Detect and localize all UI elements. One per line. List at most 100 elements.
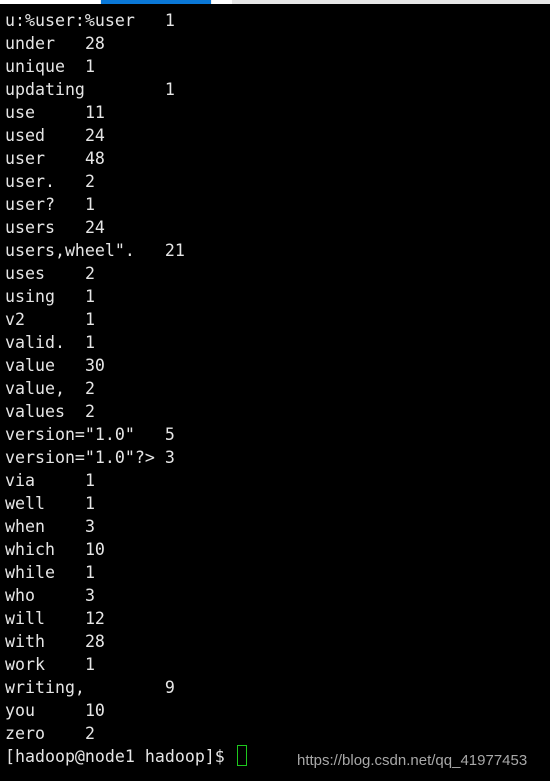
word: under bbox=[5, 34, 55, 53]
output-line: will 12 bbox=[5, 607, 247, 630]
word: version="1.0" bbox=[5, 425, 135, 444]
output-line: writing, 9 bbox=[5, 676, 247, 699]
word: you bbox=[5, 701, 35, 720]
word-count: 3 bbox=[164, 448, 175, 467]
word: unique bbox=[5, 57, 65, 76]
word-count: 48 bbox=[84, 149, 105, 168]
output-line: user? 1 bbox=[5, 193, 247, 216]
output-line: work 1 bbox=[5, 653, 247, 676]
word-count: 2 bbox=[84, 724, 95, 743]
word: use bbox=[5, 103, 35, 122]
tab-inactive[interactable] bbox=[0, 0, 100, 4]
word: value bbox=[5, 356, 55, 375]
output-line: which 10 bbox=[5, 538, 247, 561]
word-count: 2 bbox=[84, 379, 95, 398]
word-count: 10 bbox=[84, 701, 105, 720]
word-count: 3 bbox=[84, 586, 95, 605]
output-line: with 28 bbox=[5, 630, 247, 653]
word-count: 1 bbox=[164, 11, 175, 30]
word: values bbox=[5, 402, 65, 421]
word: valid. bbox=[5, 333, 65, 352]
output-line: v2 1 bbox=[5, 308, 247, 331]
tab-inactive[interactable] bbox=[212, 0, 232, 4]
word: user? bbox=[5, 195, 55, 214]
word-count: 1 bbox=[84, 563, 95, 582]
word: users bbox=[5, 218, 55, 237]
cursor-icon bbox=[236, 745, 247, 766]
output-line: well 1 bbox=[5, 492, 247, 515]
word-count: 12 bbox=[84, 609, 105, 628]
word-count: 5 bbox=[164, 425, 175, 444]
output-line: via 1 bbox=[5, 469, 247, 492]
output-line: use 11 bbox=[5, 101, 247, 124]
word: u:%user:%user bbox=[5, 11, 135, 30]
word-count: 24 bbox=[84, 126, 105, 145]
shell-prompt: [hadoop@node1 hadoop]$ bbox=[5, 747, 235, 766]
word-count: 1 bbox=[84, 655, 95, 674]
word-count: 1 bbox=[164, 80, 175, 99]
word-count: 21 bbox=[164, 241, 185, 260]
output-line: users,wheel". 21 bbox=[5, 239, 247, 262]
output-line: you 10 bbox=[5, 699, 247, 722]
output-line: while 1 bbox=[5, 561, 247, 584]
word-count: 2 bbox=[84, 264, 95, 283]
output-line: using 1 bbox=[5, 285, 247, 308]
word: via bbox=[5, 471, 35, 490]
terminal-output[interactable]: u:%user:%user 1 under 28 unique 1 updating … bbox=[5, 9, 247, 768]
word: value, bbox=[5, 379, 65, 398]
word-count: 10 bbox=[84, 540, 105, 559]
output-line: values 2 bbox=[5, 400, 247, 423]
word: while bbox=[5, 563, 55, 582]
word: using bbox=[5, 287, 55, 306]
word-count: 28 bbox=[84, 632, 105, 651]
output-line: user 48 bbox=[5, 147, 247, 170]
output-line: under 28 bbox=[5, 32, 247, 55]
word-count: 30 bbox=[84, 356, 105, 375]
output-line: uses 2 bbox=[5, 262, 247, 285]
word: v2 bbox=[5, 310, 25, 329]
output-line: u:%user:%user 1 bbox=[5, 9, 247, 32]
word: user. bbox=[5, 172, 55, 191]
word-count: 1 bbox=[84, 471, 95, 490]
output-line: version="1.0" 5 bbox=[5, 423, 247, 446]
word: which bbox=[5, 540, 55, 559]
word-count: 2 bbox=[84, 172, 95, 191]
word-count: 9 bbox=[164, 678, 175, 697]
output-line: who 3 bbox=[5, 584, 247, 607]
output-line: used 24 bbox=[5, 124, 247, 147]
word-count: 1 bbox=[84, 195, 95, 214]
word-count: 1 bbox=[84, 310, 95, 329]
word-count: 11 bbox=[84, 103, 105, 122]
word: who bbox=[5, 586, 35, 605]
word: writing, bbox=[5, 678, 85, 697]
word-count: 1 bbox=[84, 287, 95, 306]
output-line: valid. 1 bbox=[5, 331, 247, 354]
output-line: users 24 bbox=[5, 216, 247, 239]
shell-prompt-line[interactable]: [hadoop@node1 hadoop]$ bbox=[5, 745, 247, 768]
output-line: unique 1 bbox=[5, 55, 247, 78]
output-line: when 3 bbox=[5, 515, 247, 538]
word-count: 1 bbox=[84, 57, 95, 76]
word: used bbox=[5, 126, 45, 145]
word: well bbox=[5, 494, 45, 513]
output-line: updating 1 bbox=[5, 78, 247, 101]
word: will bbox=[5, 609, 45, 628]
word-count: 1 bbox=[84, 333, 95, 352]
word: zero bbox=[5, 724, 45, 743]
output-line: value, 2 bbox=[5, 377, 247, 400]
tab-strip-background bbox=[232, 0, 550, 4]
word: version="1.0"?> bbox=[5, 448, 155, 467]
word-count: 24 bbox=[84, 218, 105, 237]
output-line: user. 2 bbox=[5, 170, 247, 193]
output-line: value 30 bbox=[5, 354, 247, 377]
word: work bbox=[5, 655, 45, 674]
word-count: 1 bbox=[84, 494, 95, 513]
output-line: zero 2 bbox=[5, 722, 247, 745]
word-count: 3 bbox=[84, 517, 95, 536]
window-tab-strip bbox=[0, 0, 550, 4]
word: user bbox=[5, 149, 45, 168]
tab-active[interactable] bbox=[101, 0, 211, 4]
word: updating bbox=[5, 80, 85, 99]
watermark: https://blog.csdn.net/qq_41977453 bbox=[297, 752, 528, 769]
output-line: version="1.0"?> 3 bbox=[5, 446, 247, 469]
